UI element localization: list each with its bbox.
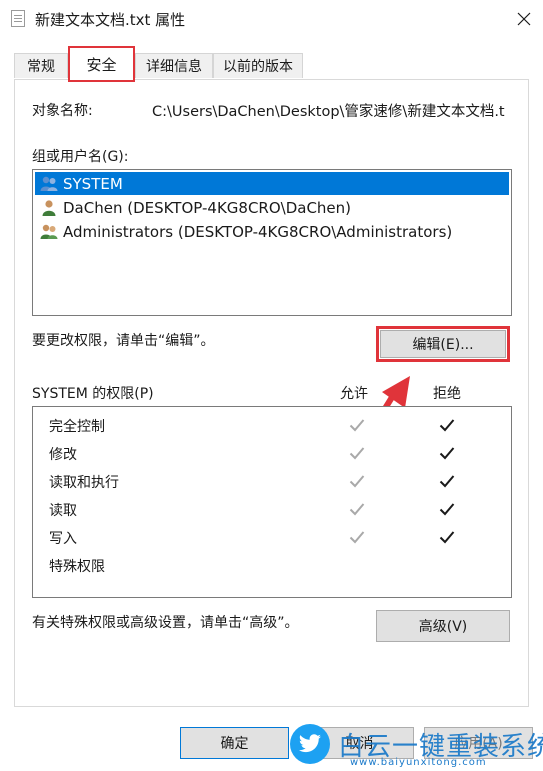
user-row-administrators[interactable]: Administrators (DESKTOP-4KG8CRO\Administ… (35, 220, 509, 243)
group-users-icon (40, 176, 58, 191)
title-bar: 新建文本文档.txt 属性 (0, 0, 543, 38)
tab-general[interactable]: 常规 (14, 53, 68, 78)
checkmark-icon (439, 419, 455, 432)
permission-name: 写入 (49, 531, 77, 547)
users-listbox[interactable]: SYSTEM DaChen (DESKTOP-4KG8CRO\DaChen) A… (32, 169, 512, 316)
advanced-button[interactable]: 高级(V) (376, 610, 510, 642)
deny-column-header: 拒绝 (433, 386, 461, 402)
checkmark-icon (439, 447, 455, 460)
groups-label: 组或用户名(G): (32, 149, 129, 165)
permission-row: 特殊权限 (33, 552, 511, 580)
permissions-list: 完全控制 修改 读取和执行 读取 写入 特殊权限 (32, 406, 512, 598)
object-name-value: C:\Users\DaChen\Desktop\管家速修\新建文本文档.t (152, 104, 505, 120)
permissions-title: SYSTEM 的权限(P) (32, 386, 154, 402)
tab-previous-versions[interactable]: 以前的版本 (213, 53, 303, 78)
twitter-bird-icon (299, 734, 321, 753)
user-row-system[interactable]: SYSTEM (35, 172, 509, 195)
checkmark-gray-icon (349, 531, 365, 544)
permission-name: 完全控制 (49, 419, 105, 435)
user-name: DaChen (DESKTOP-4KG8CRO\DaChen) (63, 198, 352, 217)
permission-row: 完全控制 (33, 412, 511, 440)
close-icon (517, 12, 531, 26)
user-row-dachen[interactable]: DaChen (DESKTOP-4KG8CRO\DaChen) (35, 196, 509, 219)
allow-column-header: 允许 (340, 386, 368, 402)
single-user-icon (42, 199, 56, 216)
ok-button[interactable]: 确定 (180, 727, 289, 759)
window-title: 新建文本文档.txt 属性 (35, 11, 186, 29)
permission-row: 修改 (33, 440, 511, 468)
tab-security[interactable]: 安全 (68, 46, 135, 82)
object-name-label: 对象名称: (32, 103, 93, 119)
checkmark-gray-icon (349, 447, 365, 460)
advanced-hint: 有关特殊权限或高级设置，请单击“高级”。 (32, 615, 299, 631)
user-name: SYSTEM (63, 174, 123, 193)
watermark-url: www.baiyunxitong.com (350, 757, 487, 768)
permission-name: 读取 (49, 503, 77, 519)
group-users-icon (40, 224, 58, 239)
checkmark-icon (439, 531, 455, 544)
permission-name: 修改 (49, 447, 77, 463)
permission-name: 特殊权限 (49, 559, 105, 575)
permission-row: 读取 (33, 496, 511, 524)
checkmark-gray-icon (349, 419, 365, 432)
user-name: Administrators (DESKTOP-4KG8CRO\Administ… (63, 222, 453, 241)
edit-button[interactable]: 编辑(E)... (380, 330, 506, 358)
text-file-icon (11, 10, 25, 27)
checkmark-gray-icon (349, 503, 365, 516)
permission-row: 读取和执行 (33, 468, 511, 496)
checkmark-icon (439, 475, 455, 488)
checkmark-gray-icon (349, 475, 365, 488)
tab-details[interactable]: 详细信息 (135, 53, 213, 78)
close-button[interactable] (505, 0, 543, 38)
permission-row: 写入 (33, 524, 511, 552)
checkmark-icon (439, 503, 455, 516)
permission-name: 读取和执行 (49, 475, 119, 491)
watermark-logo (290, 724, 330, 764)
change-permissions-hint: 要更改权限，请单击“编辑”。 (32, 333, 215, 349)
